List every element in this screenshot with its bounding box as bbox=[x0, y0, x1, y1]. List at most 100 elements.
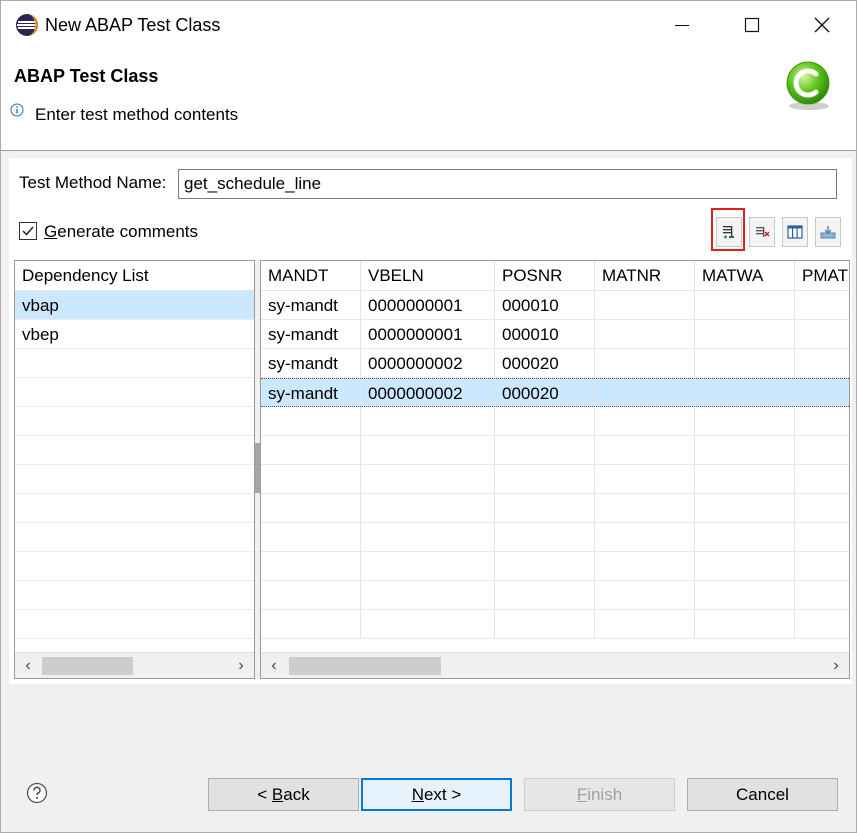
next-button-label: ext > bbox=[423, 784, 462, 804]
column-header[interactable]: MATNR bbox=[595, 261, 695, 290]
table-row-empty bbox=[261, 523, 849, 552]
list-item-empty bbox=[15, 523, 254, 552]
next-button-mnemonic: N bbox=[411, 784, 424, 804]
table-cell[interactable]: 0000000002 bbox=[361, 349, 495, 377]
table-cell[interactable] bbox=[695, 320, 795, 348]
table-cell[interactable] bbox=[695, 349, 795, 377]
table-cell[interactable] bbox=[795, 291, 849, 319]
column-header[interactable]: POSNR bbox=[495, 261, 595, 290]
dependency-list-hscrollbar[interactable]: ‹ › bbox=[15, 652, 254, 678]
list-item-empty bbox=[15, 465, 254, 494]
table-row-empty bbox=[261, 407, 849, 436]
dependency-data-table: MANDT VBELN POSNR MATNR MATWA PMAT sy-ma… bbox=[260, 260, 850, 679]
title-bar: New ABAP Test Class bbox=[1, 1, 856, 49]
dependency-list: Dependency List vbap vbep ‹ › bbox=[14, 260, 255, 679]
scroll-right-icon[interactable]: › bbox=[825, 653, 847, 678]
back-button-mnemonic: B bbox=[271, 784, 284, 804]
scroll-right-icon[interactable]: › bbox=[230, 653, 252, 678]
list-item-empty bbox=[15, 378, 254, 407]
delete-row-button[interactable] bbox=[749, 217, 775, 247]
list-item-empty bbox=[15, 552, 254, 581]
table-cell[interactable] bbox=[695, 379, 795, 406]
close-button[interactable] bbox=[787, 1, 856, 49]
minimize-icon bbox=[675, 25, 689, 26]
next-button[interactable]: Next > bbox=[361, 778, 512, 811]
table-cell[interactable]: 000010 bbox=[495, 291, 595, 319]
list-item-empty bbox=[15, 407, 254, 436]
table-row[interactable]: sy-mandt 0000000001 000010 bbox=[261, 320, 849, 349]
table-cell[interactable]: 000020 bbox=[495, 349, 595, 377]
abap-class-logo-icon bbox=[786, 61, 830, 110]
table-cell[interactable]: 000020 bbox=[495, 379, 595, 406]
table-cell[interactable]: 0000000002 bbox=[361, 379, 495, 406]
list-item-vbep[interactable]: vbep bbox=[15, 320, 254, 349]
minimize-button[interactable] bbox=[647, 1, 717, 49]
wizard-window: New ABAP Test Class ABAP Test Class Ente… bbox=[0, 0, 857, 833]
import-button[interactable] bbox=[815, 217, 841, 247]
table-hscrollbar[interactable]: ‹ › bbox=[261, 652, 849, 678]
add-row-icon bbox=[723, 226, 734, 239]
page-title: ABAP Test Class bbox=[14, 66, 159, 86]
table-row-selected[interactable]: sy-mandt 0000000002 000020 bbox=[261, 378, 849, 407]
table-cell[interactable]: 0000000001 bbox=[361, 291, 495, 319]
cancel-button[interactable]: Cancel bbox=[687, 778, 838, 811]
scroll-left-icon[interactable]: ‹ bbox=[263, 653, 285, 678]
checkmark-icon bbox=[22, 226, 34, 236]
maximize-button[interactable] bbox=[717, 1, 787, 49]
table-cell[interactable] bbox=[695, 291, 795, 319]
table-cell[interactable] bbox=[595, 349, 695, 377]
scroll-thumb[interactable] bbox=[289, 657, 441, 675]
list-item-empty bbox=[15, 494, 254, 523]
table-row-empty bbox=[261, 581, 849, 610]
content-area: Test Method Name: Generate comments bbox=[9, 158, 852, 684]
table-cell[interactable] bbox=[795, 379, 849, 406]
back-button[interactable]: < Back bbox=[208, 778, 359, 811]
wizard-banner: ABAP Test Class Enter test method conten… bbox=[1, 49, 856, 151]
generate-comments-checkbox[interactable] bbox=[19, 222, 37, 240]
info-icon bbox=[10, 103, 24, 117]
table-cell[interactable] bbox=[595, 291, 695, 319]
table-row-empty bbox=[261, 465, 849, 494]
delete-row-icon bbox=[756, 227, 770, 237]
table-row-empty bbox=[261, 436, 849, 465]
close-icon bbox=[814, 17, 830, 33]
finish-button-label: inish bbox=[587, 784, 623, 804]
table-header-row: MANDT VBELN POSNR MATNR MATWA PMAT bbox=[261, 261, 849, 291]
list-item-vbap[interactable]: vbap bbox=[15, 291, 254, 320]
table-cell[interactable] bbox=[595, 379, 695, 406]
list-item-empty bbox=[15, 581, 254, 610]
banner-message: Enter test method contents bbox=[35, 105, 239, 124]
table-row[interactable]: sy-mandt 0000000001 000010 bbox=[261, 291, 849, 320]
dependency-list-header: Dependency List bbox=[15, 261, 254, 291]
list-item-empty bbox=[15, 436, 254, 465]
eclipse-app-icon bbox=[16, 14, 38, 36]
window-title: New ABAP Test Class bbox=[45, 15, 221, 35]
table-row-empty bbox=[261, 494, 849, 523]
scroll-thumb[interactable] bbox=[42, 657, 133, 675]
table-cell[interactable]: sy-mandt bbox=[261, 349, 361, 377]
table-row[interactable]: sy-mandt 0000000002 000020 bbox=[261, 349, 849, 378]
finish-button[interactable]: Finish bbox=[524, 778, 675, 811]
table-cell[interactable]: sy-mandt bbox=[261, 320, 361, 348]
scroll-left-icon[interactable]: ‹ bbox=[17, 653, 39, 678]
method-name-label: Test Method Name: bbox=[19, 173, 167, 192]
list-item-empty bbox=[15, 610, 254, 639]
help-icon[interactable] bbox=[26, 782, 48, 804]
import-icon bbox=[820, 226, 836, 239]
table-cell[interactable]: sy-mandt bbox=[261, 291, 361, 319]
column-header[interactable]: PMAT bbox=[795, 261, 849, 290]
method-name-input[interactable] bbox=[178, 169, 837, 199]
table-cell[interactable]: sy-mandt bbox=[261, 379, 361, 406]
table-cell[interactable] bbox=[595, 320, 695, 348]
columns-button[interactable] bbox=[782, 217, 808, 247]
column-header[interactable]: VBELN bbox=[361, 261, 495, 290]
table-cell[interactable] bbox=[795, 349, 849, 377]
column-header[interactable]: MATWA bbox=[695, 261, 795, 290]
table-cell[interactable] bbox=[795, 320, 849, 348]
generate-comments-label: Generate comments bbox=[44, 222, 199, 241]
add-row-button[interactable] bbox=[716, 217, 742, 247]
table-cell[interactable]: 0000000001 bbox=[361, 320, 495, 348]
list-item-empty bbox=[15, 349, 254, 378]
table-cell[interactable]: 000010 bbox=[495, 320, 595, 348]
column-header[interactable]: MANDT bbox=[261, 261, 361, 290]
